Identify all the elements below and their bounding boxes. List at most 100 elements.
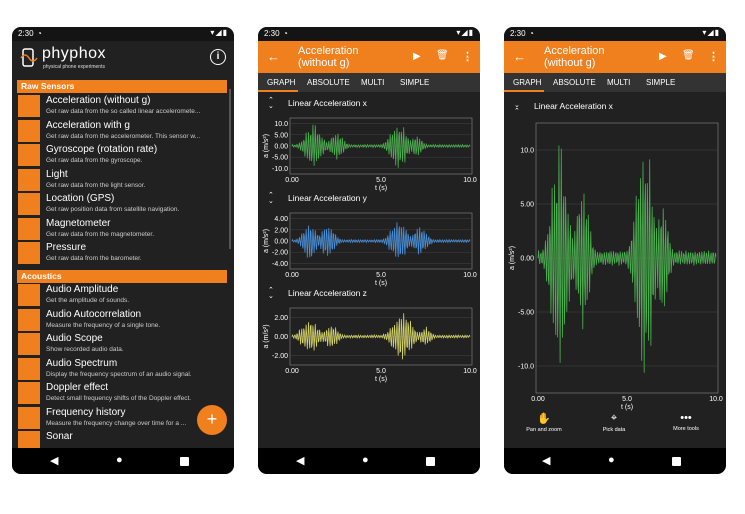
status-bar: 2:30 ◔ ▾◢▮ (258, 27, 480, 41)
pan-zoom-tool[interactable]: ✋ Pan and zoom (514, 412, 574, 433)
experiment-title-line1: Acceleration (298, 45, 359, 57)
experiment-icon (18, 217, 40, 240)
app-logo-text: phyphox (42, 45, 106, 62)
x-tick-label: 10.0 (463, 272, 477, 279)
status-time: 2:30 (18, 29, 34, 38)
list-item[interactable]: Magnetometer Get raw data from the magnet… (17, 217, 229, 241)
experiment-title-line2: (without g) (544, 57, 596, 69)
list-item[interactable]: Doppler effect Detect small frequency shi… (17, 381, 229, 405)
x-axis-label: t (s) (375, 280, 387, 287)
more-tools-label: More tools (673, 426, 699, 432)
x-tick-label: 5.0 (622, 396, 632, 403)
y-tick-label: 0.00 (520, 256, 534, 263)
nav-recents-button[interactable] (426, 457, 435, 466)
pick-data-tool[interactable]: ⌖ Pick data (584, 412, 644, 433)
tab-graph[interactable]: GRAPH (267, 78, 295, 87)
list-item-desc: Measure the frequency of a single tone. (46, 321, 161, 329)
more-vert-icon[interactable]: ⋮ (708, 50, 719, 63)
list-item-desc: Get raw data from the light sensor. (46, 181, 146, 189)
nav-back-button[interactable]: ◀ (542, 454, 550, 467)
list-item[interactable]: Location (GPS) Get raw position data from… (17, 192, 229, 216)
nav-home-button[interactable]: ● (116, 454, 123, 466)
x-tick-label: 0.00 (285, 177, 299, 184)
list-item-title: Audio Scope (46, 333, 103, 344)
list-item-title: Pressure (46, 242, 87, 253)
tab-multi[interactable]: MULTI (607, 78, 630, 87)
tab-absolute[interactable]: ABSOLUTE (553, 78, 596, 87)
android-nav-bar: ◀ ● (504, 448, 726, 474)
tab-simple[interactable]: SIMPLE (646, 78, 675, 87)
x-tick-label: 0.00 (285, 368, 299, 375)
list-item[interactable]: Audio Scope Show recorded audio data. (17, 332, 229, 356)
list-item[interactable]: Acceleration (without g) Get raw data fro… (17, 94, 229, 118)
y-tick-label: -5.00 (518, 310, 534, 317)
back-arrow-icon[interactable]: ← (513, 49, 526, 64)
trash-icon[interactable]: 🗑 (436, 50, 449, 61)
nav-back-button[interactable]: ◀ (296, 454, 304, 467)
x-tick-label: 10.0 (709, 396, 723, 403)
nav-recents-button[interactable] (180, 457, 189, 466)
nav-back-button[interactable]: ◀ (50, 454, 58, 467)
tab-simple[interactable]: SIMPLE (400, 78, 429, 87)
y-axis-label: a (m/s²) (263, 134, 270, 158)
tab-indicator (258, 90, 298, 92)
list-item-desc: Show recorded audio data. (46, 346, 124, 353)
nav-recents-button[interactable] (672, 457, 681, 466)
more-vert-icon[interactable]: ⋮ (462, 50, 473, 63)
notification-icon: ◔ (283, 29, 288, 38)
y-tick-label: 10.0 (520, 148, 534, 155)
y-tick-label: -2.00 (272, 353, 288, 360)
list-item-title: Acceleration (without g) (46, 95, 151, 106)
notification-icon: ◔ (37, 29, 42, 38)
list-item[interactable]: Audio Spectrum Display the frequency spec… (17, 357, 229, 381)
list-item-title: Audio Amplitude (46, 284, 119, 295)
y-tick-label: 0.00 (274, 239, 288, 246)
android-nav-bar: ◀ ● (12, 448, 234, 474)
y-tick-label: -10.0 (518, 364, 534, 371)
tab-indicator (504, 90, 544, 92)
nav-home-button[interactable]: ● (608, 454, 615, 466)
pick-data-label: Pick data (602, 427, 626, 433)
add-experiment-button[interactable]: + (197, 405, 227, 435)
list-item[interactable]: Acceleration with g Get raw data from the… (17, 119, 229, 143)
status-bar: 2:30 ◔ ▾◢▮ (12, 27, 234, 41)
play-icon[interactable]: ▶ (413, 51, 421, 62)
experiment-icon (18, 284, 40, 306)
graph-plot[interactable]: 10.0 5.00 0.00 -5.00 -10.0 0.00 5.0 10.0 t (s) a … (260, 106, 478, 192)
x-axis-label: t (s) (375, 376, 387, 383)
list-item[interactable]: Pressure Get raw data from the barometer. (17, 241, 229, 265)
graph-plot[interactable]: 4.00 2.00 0.00 -2.00 -4.00 0.00 5.0 10.0 t (s) a … (260, 201, 478, 287)
list-item-title: Acceleration with g (46, 119, 130, 131)
more-tools[interactable]: ••• More tools (656, 412, 716, 432)
nav-home-button[interactable]: ● (362, 454, 369, 466)
y-tick-label: 0.00 (274, 144, 288, 151)
list-item-title: Audio Autocorrelation (46, 308, 142, 320)
experiment-icon (18, 406, 40, 429)
tab-graph[interactable]: GRAPH (513, 78, 541, 87)
list-item-desc: Display the frequency spectrum of an aud… (46, 370, 192, 378)
experiment-icon (18, 333, 40, 355)
x-tick-label: 5.0 (376, 177, 386, 184)
phone-graphs: 2:30 ◔ ▾◢▮ ← Acceleration (without g) ▶ … (258, 27, 480, 474)
back-arrow-icon[interactable]: ← (267, 49, 280, 64)
list-item[interactable]: Gyroscope (rotation rate) Get raw data fr… (17, 143, 229, 167)
y-axis-label: a (m/s²) (263, 229, 270, 253)
graph-plot[interactable]: 2.00 0.00 -2.00 0.00 5.0 10.0 t (s) a (m/s²) (260, 296, 478, 383)
phyphox-logo-icon (20, 48, 38, 67)
scrollbar[interactable] (229, 89, 231, 249)
list-item[interactable]: Audio Autocorrelation Measure the frequen… (17, 308, 229, 332)
experiment-title: Acceleration (without g) (298, 45, 359, 69)
list-item[interactable]: Light Get raw data from the light sensor. (17, 168, 229, 192)
play-icon[interactable]: ▶ (659, 51, 667, 62)
graph-plot[interactable]: 10.0 5.00 0.00 -5.00 -10.0 0.00 5.0 10.0 t (s) a … (506, 111, 724, 411)
y-tick-label: 0.00 (274, 334, 288, 341)
tab-bar: GRAPH ABSOLUTE MULTI SIMPLE (504, 73, 726, 92)
tab-multi[interactable]: MULTI (361, 78, 384, 87)
list-item[interactable]: Audio Amplitude Get the amplitude of soun… (17, 283, 229, 307)
y-tick-label: 2.00 (274, 315, 288, 322)
info-button[interactable]: i (210, 49, 226, 65)
list-item-title: Doppler effect (46, 382, 109, 393)
trash-icon[interactable]: 🗑 (682, 50, 695, 61)
tab-absolute[interactable]: ABSOLUTE (307, 78, 350, 87)
y-axis-label: a (m/s²) (509, 246, 516, 270)
